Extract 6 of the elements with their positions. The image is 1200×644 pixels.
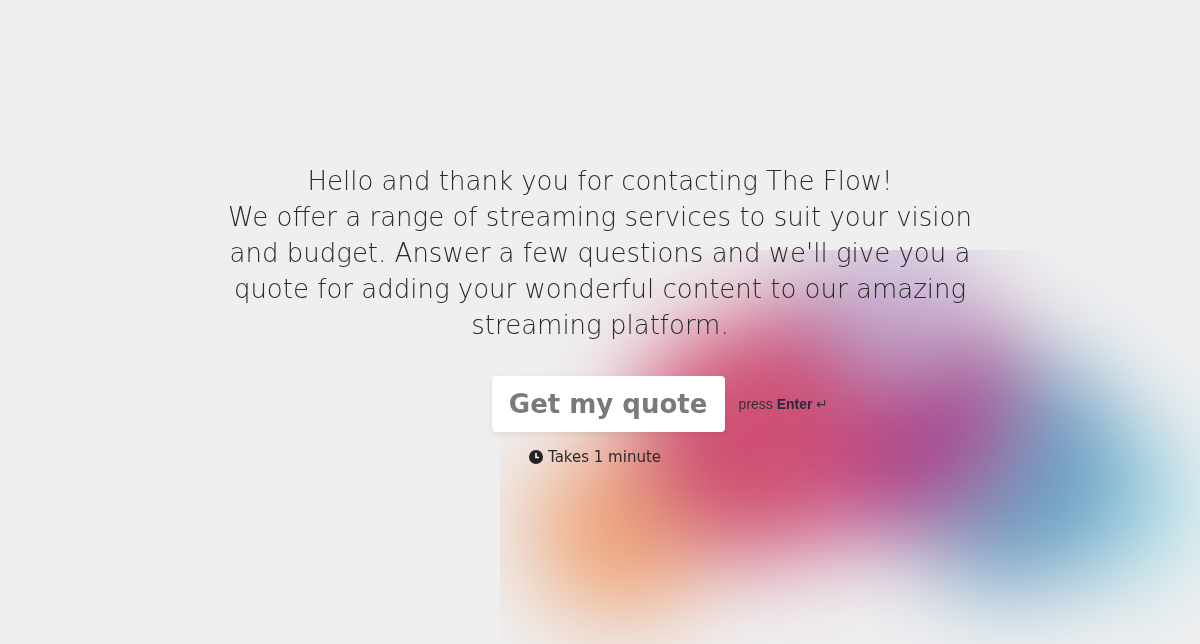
duration-text: Takes 1 minute: [547, 448, 662, 466]
intro-paragraph: We offer a range of streaming services to suit your vision and budget. Answer a few questions and we'll give you a quote for adding your wonderful content to our amazing streaming platform.: [227, 201, 973, 342]
greeting-text: Hello and thank you for contacting The Flow!: [306, 165, 894, 198]
clock-icon: [528, 450, 543, 464]
keyboard-hint: press Enter ↵: [738, 396, 829, 412]
get-quote-button[interactable]: Get my quote: [491, 376, 725, 432]
